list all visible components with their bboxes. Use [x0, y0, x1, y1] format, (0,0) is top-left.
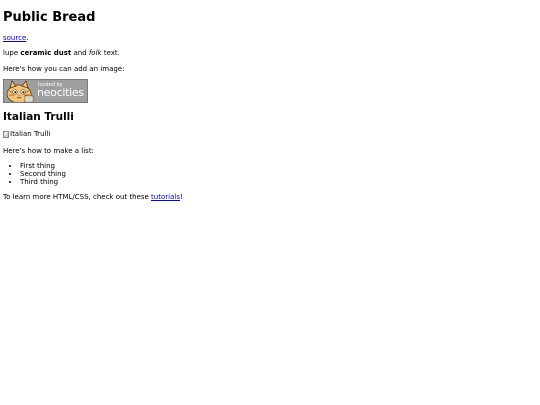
source-link[interactable]: source: [3, 34, 26, 42]
tutorials-paragraph: To learn more HTML/CSS, check out these …: [3, 193, 537, 202]
section-heading: Italian Trulli: [3, 110, 74, 123]
lupe-suffix: text.: [101, 49, 120, 58]
tutorials-link[interactable]: tutorials: [151, 193, 180, 201]
lupe-middle: and: [71, 49, 89, 58]
list-intro: Here's how to make a list:: [3, 147, 94, 156]
lupe-prefix: lupe: [3, 49, 21, 58]
list-item: First thing: [20, 162, 537, 170]
neocities-cat-icon: [6, 79, 34, 102]
broken-image-icon: [3, 131, 9, 139]
italic-text: folk: [88, 49, 102, 58]
bold-text: ceramic dust: [20, 49, 72, 58]
hosted-by-neocities-badge[interactable]: hosted by neocities: [3, 78, 88, 103]
source-suffix: .: [26, 33, 29, 42]
tutorials-prefix: To learn more HTML/CSS, check out these: [3, 193, 152, 202]
list-item: Third thing: [20, 178, 537, 186]
tutorials-suffix: !: [179, 193, 183, 202]
badge-brand-text: neocities: [37, 85, 84, 99]
page-title: Public Bread: [3, 10, 96, 25]
example-list: First thing Second thing Third thing: [3, 162, 537, 186]
list-item: Second thing: [20, 170, 537, 178]
page-content: Public Bread source. lupe ceramic dust a…: [0, 0, 540, 202]
broken-image: Italian Trulli: [3, 130, 537, 141]
lupe-paragraph: lupe ceramic dust and folk text.: [3, 49, 537, 58]
source-line: source.: [3, 34, 537, 43]
image-intro: Here's how you can add an image:: [3, 65, 125, 74]
badge-container: hosted by neocities: [3, 78, 537, 103]
broken-image-alt-text: Italian Trulli: [10, 130, 51, 139]
broken-image-wrapper: Italian Trulli: [3, 130, 50, 139]
